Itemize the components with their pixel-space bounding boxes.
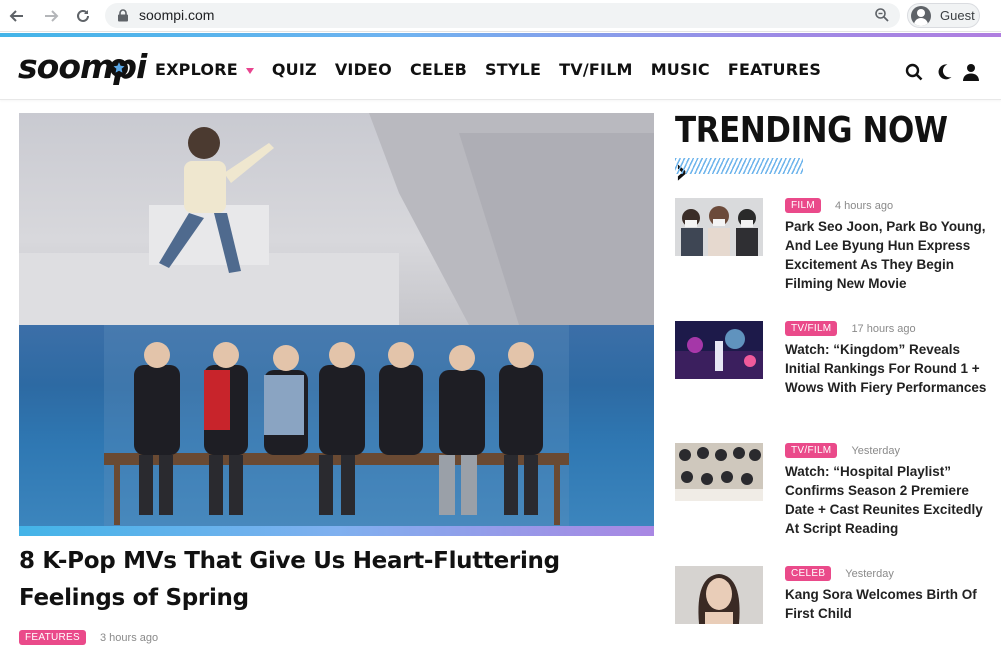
thumbnail-image <box>675 198 763 256</box>
reload-icon <box>77 9 89 22</box>
trending-title[interactable]: TRENDING NOW › <box>675 110 955 192</box>
timestamp: 4 hours ago <box>834 199 894 212</box>
category-badge[interactable]: FILM <box>785 198 821 213</box>
trending-meta: TV/FILM 17 hours ago <box>785 321 990 336</box>
menu-tvfilm[interactable]: TV/FILM <box>559 60 633 79</box>
menu-style[interactable]: STYLE <box>485 60 541 79</box>
menu-features[interactable]: FEATURES <box>728 60 821 79</box>
hero-image-bottom <box>19 325 654 526</box>
trending-headline[interactable]: Watch: “Kingdom” Reveals Initial Ranking… <box>785 340 990 397</box>
menu-explore[interactable]: EXPLORE <box>155 60 254 79</box>
category-badge[interactable]: FEATURES <box>19 630 86 645</box>
menu-music[interactable]: MUSIC <box>651 60 710 79</box>
menu-video[interactable]: VIDEO <box>335 60 392 79</box>
search-icon[interactable] <box>905 63 923 81</box>
trending-thumbnail[interactable] <box>675 321 763 379</box>
trending-stripes <box>675 158 803 174</box>
browser-toolbar: soompi.com Guest <box>0 0 1001 32</box>
timestamp: Yesterday <box>845 567 894 580</box>
timestamp: Yesterday <box>851 444 900 457</box>
url-text: soompi.com <box>139 7 215 23</box>
category-badge[interactable]: TV/FILM <box>785 443 838 458</box>
soompi-logo[interactable]: soompi <box>18 47 147 87</box>
profile-label: Guest <box>940 8 975 23</box>
hero-gradient-strip <box>19 526 654 536</box>
menu-quiz[interactable]: QUIZ <box>272 60 317 79</box>
reload-button[interactable] <box>72 5 94 27</box>
forward-button[interactable] <box>40 5 62 27</box>
trending-title-text: TRENDING NOW <box>675 110 948 151</box>
profile-button[interactable]: Guest <box>907 3 980 28</box>
address-bar[interactable]: soompi.com <box>105 3 900 28</box>
menu-celeb[interactable]: CELEB <box>410 60 467 79</box>
profile-avatar-icon <box>911 6 931 26</box>
trending-thumbnail[interactable] <box>675 566 763 624</box>
timestamp: 3 hours ago <box>100 631 159 644</box>
menu-explore-label: EXPLORE <box>155 60 238 79</box>
hero-image[interactable] <box>19 113 654 536</box>
hero-top-scene <box>19 113 654 325</box>
forward-arrow-icon <box>45 10 59 22</box>
hero-image-top <box>19 113 654 325</box>
zoom-icon[interactable] <box>874 7 890 23</box>
trending-meta: CELEB Yesterday <box>785 566 990 581</box>
thumbnail-image <box>675 321 763 379</box>
trending-thumbnail[interactable] <box>675 443 763 501</box>
trending-text: FILM 4 hours ago Park Seo Joon, Park Bo … <box>785 198 990 293</box>
back-arrow-icon <box>9 10 23 22</box>
category-badge[interactable]: CELEB <box>785 566 832 581</box>
trending-meta: FILM 4 hours ago <box>785 198 990 213</box>
trending-headline[interactable]: Watch: “Hospital Playlist” Confirms Seas… <box>785 462 990 538</box>
hero-bottom-scene <box>104 325 569 526</box>
trending-text: TV/FILM Yesterday Watch: “Hospital Playl… <box>785 443 990 538</box>
star-icon <box>110 59 128 77</box>
lock-icon <box>118 9 128 22</box>
trending-headline[interactable]: Kang Sora Welcomes Birth Of First Child <box>785 585 990 623</box>
hero-headline[interactable]: 8 K-Pop MVs That Give Us Heart-Flutterin… <box>19 543 639 617</box>
timestamp: 17 hours ago <box>851 322 916 335</box>
caret-down-icon <box>245 67 254 74</box>
trending-meta: TV/FILM Yesterday <box>785 443 990 458</box>
main-menu: EXPLORE QUIZ VIDEO CELEB STYLE TV/FILM M… <box>155 60 839 79</box>
moon-icon[interactable] <box>935 63 953 81</box>
trending-text: CELEB Yesterday Kang Sora Welcomes Birth… <box>785 566 990 623</box>
trending-text: TV/FILM 17 hours ago Watch: “Kingdom” Re… <box>785 321 990 397</box>
thumbnail-image <box>675 566 763 624</box>
user-icon[interactable] <box>962 63 980 81</box>
hero-meta: FEATURES 3 hours ago <box>19 630 158 645</box>
trending-thumbnail[interactable] <box>675 198 763 256</box>
thumbnail-image <box>675 443 763 501</box>
trending-headline[interactable]: Park Seo Joon, Park Bo Young, And Lee By… <box>785 217 990 293</box>
category-badge[interactable]: TV/FILM <box>785 321 838 336</box>
back-button[interactable] <box>6 5 28 27</box>
site-header: soompi EXPLORE QUIZ VIDEO CELEB STYLE TV… <box>0 37 1001 100</box>
